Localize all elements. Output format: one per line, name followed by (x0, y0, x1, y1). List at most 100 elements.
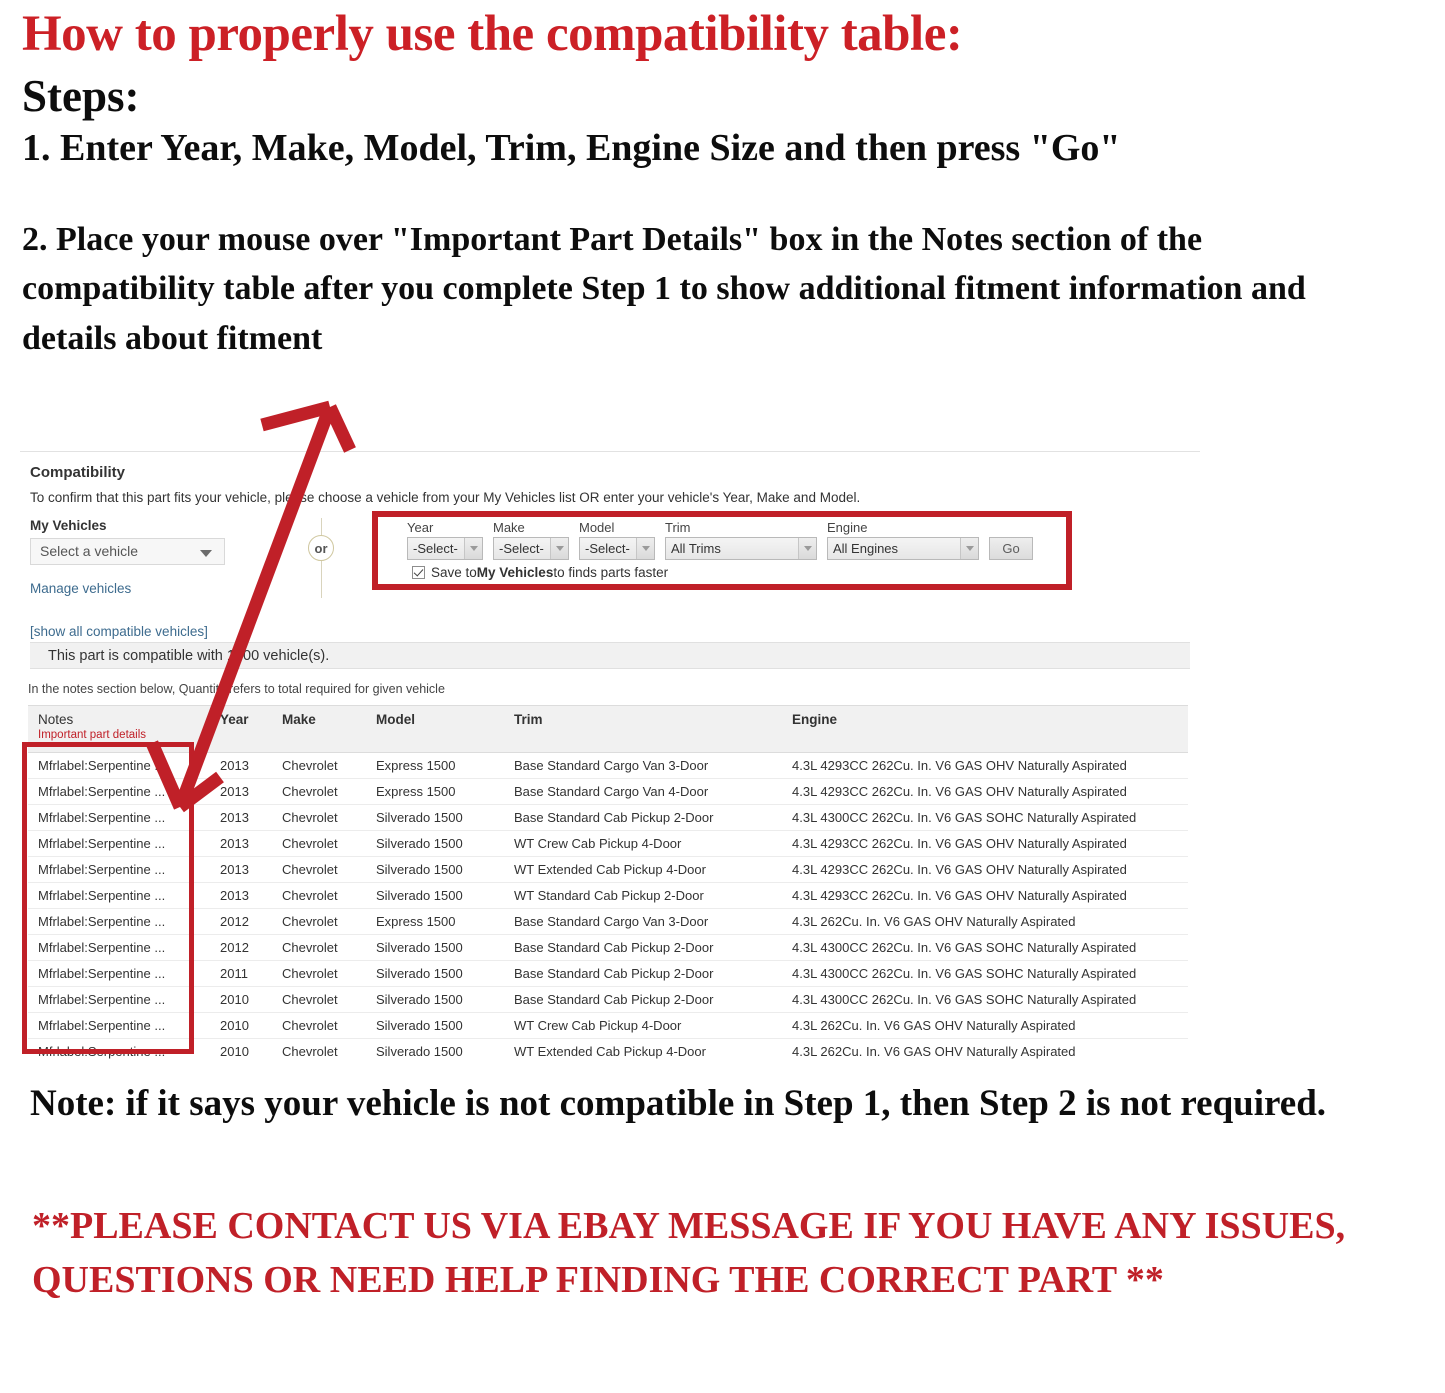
cell-notes[interactable]: Mfrlabel:Serpentine ... (28, 986, 210, 1013)
chevron-down-icon (550, 538, 568, 559)
table-row: Mfrlabel:Serpentine ... 2013 Chevrolet Silv… (28, 856, 1188, 883)
table-row: Mfrlabel:Serpentine ... 2011 Chevrolet Silv… (28, 960, 1188, 987)
table-row: Mfrlabel:Serpentine ... 2012 Chevrolet Expr… (28, 908, 1188, 935)
cell-notes[interactable]: Mfrlabel:Serpentine ... (28, 908, 210, 935)
year-field: Year -Select- (407, 521, 483, 560)
cell-model: Silverado 1500 (366, 830, 504, 857)
chevron-down-icon (464, 538, 482, 559)
cell-notes[interactable]: Mfrlabel:Serpentine ... (28, 882, 210, 909)
cell-engine: 4.3L 4300CC 262Cu. In. V6 GAS SOHC Natur… (782, 934, 1188, 961)
table-row: Mfrlabel:Serpentine ... 2012 Chevrolet Silv… (28, 934, 1188, 961)
cell-model: Silverado 1500 (366, 986, 504, 1013)
trim-field: Trim All Trims (665, 521, 817, 560)
my-vehicles-block: My Vehicles Select a vehicle Manage vehi… (30, 518, 290, 639)
cell-year: 2010 (210, 1038, 272, 1060)
page-title: How to properly use the compatibility ta… (22, 6, 963, 62)
table-header-row: Notes Important part details Year Make M… (28, 705, 1188, 753)
step-1-text: 1. Enter Year, Make, Model, Trim, Engine… (22, 127, 1121, 170)
cell-trim: WT Standard Cab Pickup 2-Door (504, 882, 782, 909)
cell-year: 2013 (210, 830, 272, 857)
cell-make: Chevrolet (272, 830, 366, 857)
table-row: Mfrlabel:Serpentine ... 2013 Chevrolet Expr… (28, 752, 1188, 779)
cell-make: Chevrolet (272, 960, 366, 987)
trim-select-value: All Trims (671, 541, 721, 556)
cell-model: Express 1500 (366, 778, 504, 805)
table-row: Mfrlabel:Serpentine ... 2013 Chevrolet Silv… (28, 830, 1188, 857)
cell-year: 2013 (210, 752, 272, 779)
cell-trim: Base Standard Cab Pickup 2-Door (504, 804, 782, 831)
go-button[interactable]: Go (989, 537, 1033, 560)
cell-engine: 4.3L 4300CC 262Cu. In. V6 GAS SOHC Natur… (782, 960, 1188, 987)
table-row: Mfrlabel:Serpentine ... 2010 Chevrolet Silv… (28, 1038, 1188, 1060)
cell-model: Silverado 1500 (366, 1038, 504, 1060)
my-vehicles-label: My Vehicles (30, 518, 107, 533)
cell-engine: 4.3L 4293CC 262Cu. In. V6 GAS OHV Natura… (782, 856, 1188, 883)
cell-notes[interactable]: Mfrlabel:Serpentine ... (28, 778, 210, 805)
cell-year: 2010 (210, 1012, 272, 1039)
cell-model: Silverado 1500 (366, 960, 504, 987)
cell-notes[interactable]: Mfrlabel:Serpentine ... (28, 1038, 210, 1060)
cell-year: 2013 (210, 778, 272, 805)
table-row: Mfrlabel:Serpentine ... 2013 Chevrolet Silv… (28, 882, 1188, 909)
cell-model: Express 1500 (366, 752, 504, 779)
model-field: Model -Select- (579, 521, 655, 560)
save-to-my-vehicles-suffix: to finds parts faster (553, 565, 669, 580)
cell-trim: WT Extended Cab Pickup 4-Door (504, 1038, 782, 1060)
year-select[interactable]: -Select- (407, 537, 483, 560)
trim-label: Trim (665, 520, 691, 535)
column-header-notes-label: Notes (38, 712, 74, 727)
cell-engine: 4.3L 4293CC 262Cu. In. V6 GAS OHV Natura… (782, 752, 1188, 779)
cell-make: Chevrolet (272, 778, 366, 805)
my-vehicles-select[interactable]: Select a vehicle (30, 538, 225, 565)
trim-select[interactable]: All Trims (665, 537, 817, 560)
cell-notes[interactable]: Mfrlabel:Serpentine ... (28, 752, 210, 779)
show-all-compatible-vehicles-link[interactable]: [show all compatible vehicles] (30, 624, 290, 639)
cell-trim: Base Standard Cab Pickup 2-Door (504, 986, 782, 1013)
engine-select-value: All Engines (833, 541, 899, 556)
cell-make: Chevrolet (272, 856, 366, 883)
save-to-my-vehicles-prefix: Save to (431, 565, 477, 580)
compatible-count-banner: This part is compatible with 1000 vehicl… (30, 642, 1190, 669)
compatible-count-text: This part is compatible with 1000 vehicl… (48, 648, 330, 664)
fitment-table: Notes Important part details Year Make M… (28, 705, 1188, 1060)
manage-vehicles-link[interactable]: Manage vehicles (30, 581, 290, 596)
cell-trim: Base Standard Cab Pickup 2-Door (504, 934, 782, 961)
cell-make: Chevrolet (272, 882, 366, 909)
cell-trim: WT Crew Cab Pickup 4-Door (504, 830, 782, 857)
chevron-down-icon (636, 538, 654, 559)
cell-model: Silverado 1500 (366, 856, 504, 883)
cell-year: 2013 (210, 804, 272, 831)
cell-notes[interactable]: Mfrlabel:Serpentine ... (28, 1012, 210, 1039)
instructions-block: How to properly use the compatibility ta… (22, 6, 1362, 363)
step-2-text: 2. Place your mouse over "Important Part… (22, 221, 1306, 357)
or-divider-label: or (308, 535, 334, 561)
cell-notes[interactable]: Mfrlabel:Serpentine ... (28, 856, 210, 883)
column-header-engine: Engine (782, 705, 1188, 753)
model-select[interactable]: -Select- (579, 537, 655, 560)
cell-trim: WT Crew Cab Pickup 4-Door (504, 1012, 782, 1039)
save-to-my-vehicles-bold: My Vehicles (476, 565, 554, 580)
cell-model: Silverado 1500 (366, 804, 504, 831)
column-header-notes-sublabel: Important part details (38, 729, 147, 741)
save-to-my-vehicles-checkbox[interactable] (412, 566, 425, 579)
engine-select[interactable]: All Engines (827, 537, 979, 560)
save-to-my-vehicles-row[interactable]: Save to My Vehicles to finds parts faste… (412, 565, 668, 580)
cell-trim: WT Extended Cab Pickup 4-Door (504, 856, 782, 883)
cell-make: Chevrolet (272, 986, 366, 1013)
cell-notes[interactable]: Mfrlabel:Serpentine ... (28, 934, 210, 961)
column-header-year: Year (210, 705, 272, 753)
cell-trim: Base Standard Cab Pickup 2-Door (504, 960, 782, 987)
cell-make: Chevrolet (272, 1038, 366, 1060)
model-label: Model (579, 520, 615, 535)
bottom-note-text: Note: if it says your vehicle is not com… (30, 1083, 1327, 1124)
cell-notes[interactable]: Mfrlabel:Serpentine ... (28, 804, 210, 831)
cell-make: Chevrolet (272, 934, 366, 961)
cell-notes[interactable]: Mfrlabel:Serpentine ... (28, 960, 210, 987)
cell-engine: 4.3L 262Cu. In. V6 GAS OHV Naturally Asp… (782, 908, 1188, 935)
make-label: Make (493, 520, 525, 535)
model-select-value: -Select- (585, 541, 630, 556)
table-row: Mfrlabel:Serpentine ... 2013 Chevrolet Expr… (28, 778, 1188, 805)
make-select[interactable]: -Select- (493, 537, 569, 560)
cell-notes[interactable]: Mfrlabel:Serpentine ... (28, 830, 210, 857)
chevron-down-icon (200, 550, 212, 557)
